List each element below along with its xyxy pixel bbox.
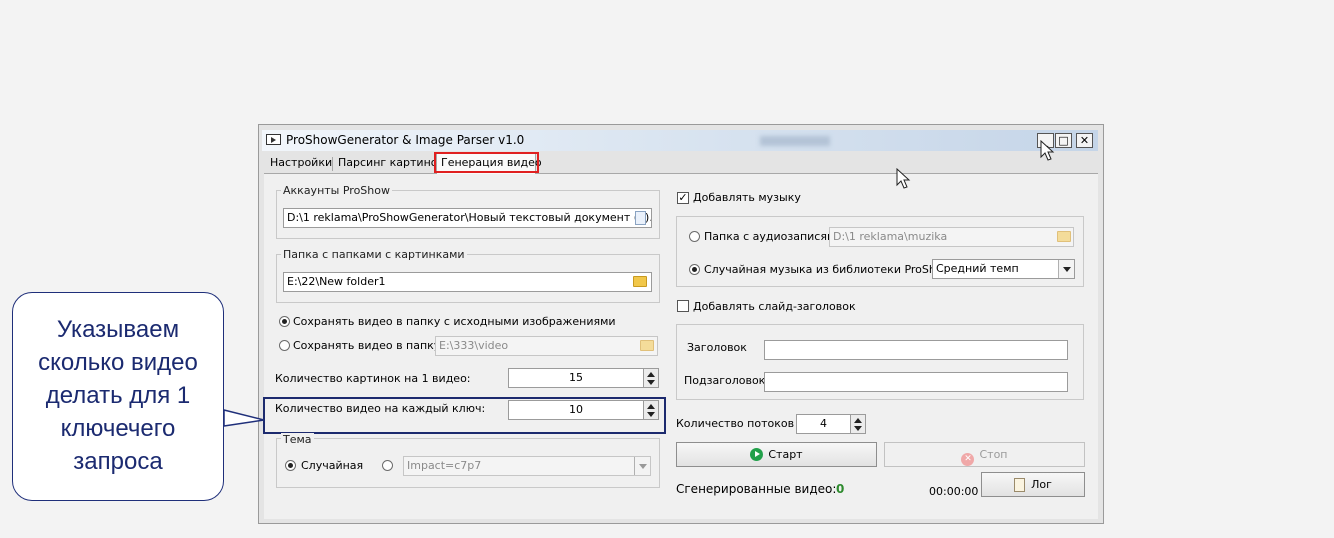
callout-line: Указываем — [56, 316, 180, 343]
mouse-cursor-icon — [1040, 140, 1055, 161]
callout-line: делать для 1 — [45, 382, 191, 409]
annotation-callout: Указываем сколько видео делать для 1 клю… — [12, 292, 224, 501]
callout-line: ключечего — [60, 415, 176, 442]
callout-line: запроса — [73, 448, 163, 475]
mouse-cursor-icon — [896, 168, 911, 189]
callout-line: сколько видео — [38, 349, 198, 376]
